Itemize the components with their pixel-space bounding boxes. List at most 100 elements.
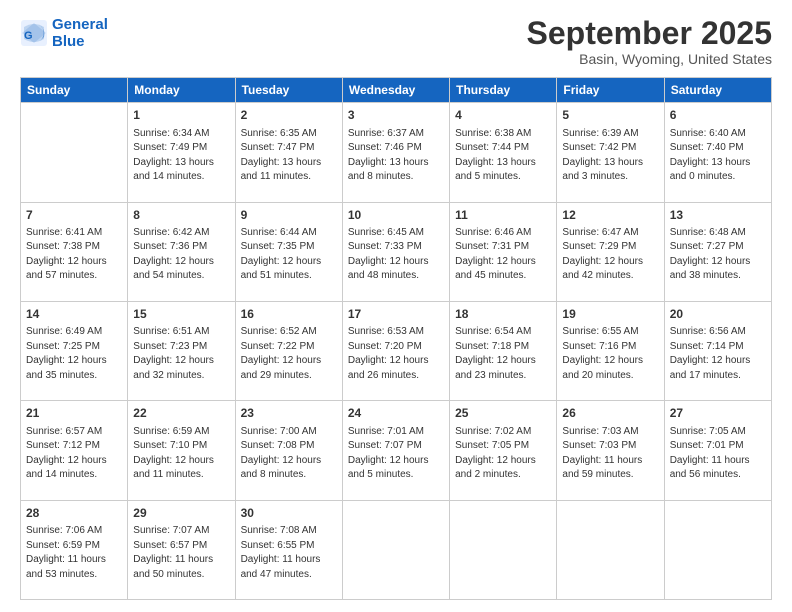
day-number: 10 bbox=[348, 207, 444, 224]
day-info: Sunrise: 6:37 AMSunset: 7:46 PMDaylight:… bbox=[348, 127, 444, 185]
calendar-cell: 22 Sunrise: 6:59 AMSunset: 7:10 PMDayligh… bbox=[128, 401, 235, 500]
col-header-thursday: Thursday bbox=[450, 78, 557, 103]
day-number: 22 bbox=[133, 405, 229, 422]
calendar-cell: 18Sunrise: 6:54 AMSunset: 7:18 PMDayligh… bbox=[450, 301, 557, 400]
col-header-wednesday: Wednesday bbox=[342, 78, 449, 103]
calendar-cell: 1 Sunrise: 6:34 AMSunset: 7:49 PMDaylight… bbox=[128, 103, 235, 202]
day-number: 19 bbox=[562, 306, 658, 323]
week-row-2: 7 Sunrise: 6:41 AMSunset: 7:38 PMDaylight… bbox=[21, 202, 772, 301]
day-number: 6 bbox=[670, 107, 766, 124]
calendar-cell: 2 Sunrise: 6:35 AMSunset: 7:47 PMDaylight… bbox=[235, 103, 342, 202]
calendar-cell: 3 Sunrise: 6:37 AMSunset: 7:46 PMDaylight… bbox=[342, 103, 449, 202]
calendar-cell: 21 Sunrise: 6:57 AMSunset: 7:12 PMDayligh… bbox=[21, 401, 128, 500]
day-info: Sunrise: 7:05 AMSunset: 7:01 PMDaylight:… bbox=[670, 425, 766, 483]
calendar-cell bbox=[450, 500, 557, 599]
calendar-cell: 7 Sunrise: 6:41 AMSunset: 7:38 PMDaylight… bbox=[21, 202, 128, 301]
calendar-cell: 29 Sunrise: 7:07 AMSunset: 6:57 PMDayligh… bbox=[128, 500, 235, 599]
day-number: 17 bbox=[348, 306, 444, 323]
col-header-saturday: Saturday bbox=[664, 78, 771, 103]
col-header-friday: Friday bbox=[557, 78, 664, 103]
day-info: Sunrise: 6:56 AMSunset: 7:14 PMDaylight:… bbox=[670, 325, 766, 383]
day-info: Sunrise: 7:00 AMSunset: 7:08 PMDaylight:… bbox=[241, 425, 337, 483]
day-number: 2 bbox=[241, 107, 337, 124]
day-info: Sunrise: 6:49 AMSunset: 7:25 PMDaylight:… bbox=[26, 325, 122, 383]
day-info: Sunrise: 6:44 AMSunset: 7:35 PMDaylight:… bbox=[241, 226, 337, 284]
week-row-5: 28Sunrise: 7:06 AMSunset: 6:59 PMDayligh… bbox=[21, 500, 772, 599]
week-row-1: 1 Sunrise: 6:34 AMSunset: 7:49 PMDaylight… bbox=[21, 103, 772, 202]
day-info: Sunrise: 6:51 AMSunset: 7:23 PMDaylight:… bbox=[133, 325, 229, 383]
calendar-cell: 24 Sunrise: 7:01 AMSunset: 7:07 PMDayligh… bbox=[342, 401, 449, 500]
day-info: Sunrise: 6:47 AMSunset: 7:29 PMDaylight:… bbox=[562, 226, 658, 284]
calendar-cell bbox=[21, 103, 128, 202]
week-row-3: 14 Sunrise: 6:49 AMSunset: 7:25 PMDayligh… bbox=[21, 301, 772, 400]
calendar-cell: 4Sunrise: 6:38 AMSunset: 7:44 PMDaylight… bbox=[450, 103, 557, 202]
day-info: Sunrise: 6:59 AMSunset: 7:10 PMDaylight:… bbox=[133, 425, 229, 483]
page-title: September 2025 bbox=[527, 16, 772, 51]
day-number: 25 bbox=[455, 405, 551, 422]
svg-text:G: G bbox=[24, 30, 33, 42]
col-header-tuesday: Tuesday bbox=[235, 78, 342, 103]
calendar-cell: 30Sunrise: 7:08 AMSunset: 6:55 PMDayligh… bbox=[235, 500, 342, 599]
calendar-cell: 23 Sunrise: 7:00 AMSunset: 7:08 PMDayligh… bbox=[235, 401, 342, 500]
day-info: Sunrise: 7:02 AMSunset: 7:05 PMDaylight:… bbox=[455, 425, 551, 483]
day-number: 11 bbox=[455, 207, 551, 224]
calendar-cell: 27 Sunrise: 7:05 AMSunset: 7:01 PMDayligh… bbox=[664, 401, 771, 500]
day-number: 30 bbox=[241, 505, 337, 522]
day-info: Sunrise: 7:01 AMSunset: 7:07 PMDaylight:… bbox=[348, 425, 444, 483]
day-info: Sunrise: 6:39 AMSunset: 7:42 PMDaylight:… bbox=[562, 127, 658, 185]
day-number: 15 bbox=[133, 306, 229, 323]
day-number: 20 bbox=[670, 306, 766, 323]
calendar-cell: 25 Sunrise: 7:02 AMSunset: 7:05 PMDayligh… bbox=[450, 401, 557, 500]
calendar-cell bbox=[342, 500, 449, 599]
day-number: 26 bbox=[562, 405, 658, 422]
day-number: 14 bbox=[26, 306, 122, 323]
day-info: Sunrise: 6:46 AMSunset: 7:31 PMDaylight:… bbox=[455, 226, 551, 284]
calendar-cell: 8Sunrise: 6:42 AMSunset: 7:36 PMDaylight… bbox=[128, 202, 235, 301]
calendar-cell: 19 Sunrise: 6:55 AMSunset: 7:16 PMDayligh… bbox=[557, 301, 664, 400]
calendar-cell: 13 Sunrise: 6:48 AMSunset: 7:27 PMDayligh… bbox=[664, 202, 771, 301]
day-info: Sunrise: 6:35 AMSunset: 7:47 PMDaylight:… bbox=[241, 127, 337, 185]
day-info: Sunrise: 7:03 AMSunset: 7:03 PMDaylight:… bbox=[562, 425, 658, 483]
day-info: Sunrise: 6:45 AMSunset: 7:33 PMDaylight:… bbox=[348, 226, 444, 284]
calendar-cell: 10 Sunrise: 6:45 AMSunset: 7:33 PMDayligh… bbox=[342, 202, 449, 301]
day-info: Sunrise: 6:53 AMSunset: 7:20 PMDaylight:… bbox=[348, 325, 444, 383]
calendar-cell bbox=[664, 500, 771, 599]
day-info: Sunrise: 7:07 AMSunset: 6:57 PMDaylight:… bbox=[133, 524, 229, 582]
day-info: Sunrise: 6:57 AMSunset: 7:12 PMDaylight:… bbox=[26, 425, 122, 483]
day-number: 7 bbox=[26, 207, 122, 224]
calendar-cell bbox=[557, 500, 664, 599]
day-info: Sunrise: 6:41 AMSunset: 7:38 PMDaylight:… bbox=[26, 226, 122, 284]
day-number: 27 bbox=[670, 405, 766, 422]
calendar-cell: 16Sunrise: 6:52 AMSunset: 7:22 PMDayligh… bbox=[235, 301, 342, 400]
day-number: 28 bbox=[26, 505, 122, 522]
page-subtitle: Basin, Wyoming, United States bbox=[527, 51, 772, 67]
calendar-cell: 26 Sunrise: 7:03 AMSunset: 7:03 PMDayligh… bbox=[557, 401, 664, 500]
day-number: 29 bbox=[133, 505, 229, 522]
logo-text: General Blue bbox=[52, 16, 108, 51]
day-info: Sunrise: 6:55 AMSunset: 7:16 PMDaylight:… bbox=[562, 325, 658, 383]
calendar-table: SundayMondayTuesdayWednesdayThursdayFrid… bbox=[20, 77, 772, 600]
calendar-cell: 5Sunrise: 6:39 AMSunset: 7:42 PMDaylight… bbox=[557, 103, 664, 202]
calendar-cell: 28Sunrise: 7:06 AMSunset: 6:59 PMDayligh… bbox=[21, 500, 128, 599]
day-number: 21 bbox=[26, 405, 122, 422]
day-info: Sunrise: 6:48 AMSunset: 7:27 PMDaylight:… bbox=[670, 226, 766, 284]
week-row-4: 21 Sunrise: 6:57 AMSunset: 7:12 PMDayligh… bbox=[21, 401, 772, 500]
day-info: Sunrise: 6:40 AMSunset: 7:40 PMDaylight:… bbox=[670, 127, 766, 185]
day-number: 12 bbox=[562, 207, 658, 224]
day-number: 3 bbox=[348, 107, 444, 124]
day-number: 24 bbox=[348, 405, 444, 422]
col-header-sunday: Sunday bbox=[21, 78, 128, 103]
col-header-monday: Monday bbox=[128, 78, 235, 103]
day-number: 9 bbox=[241, 207, 337, 224]
day-number: 1 bbox=[133, 107, 229, 124]
day-number: 8 bbox=[133, 207, 229, 224]
logo: G General Blue bbox=[20, 16, 108, 51]
calendar-cell: 15 Sunrise: 6:51 AMSunset: 7:23 PMDayligh… bbox=[128, 301, 235, 400]
day-info: Sunrise: 6:34 AMSunset: 7:49 PMDaylight:… bbox=[133, 127, 229, 185]
day-number: 23 bbox=[241, 405, 337, 422]
day-number: 18 bbox=[455, 306, 551, 323]
day-number: 16 bbox=[241, 306, 337, 323]
day-number: 13 bbox=[670, 207, 766, 224]
calendar-cell: 11 Sunrise: 6:46 AMSunset: 7:31 PMDayligh… bbox=[450, 202, 557, 301]
calendar-cell: 12 Sunrise: 6:47 AMSunset: 7:29 PMDayligh… bbox=[557, 202, 664, 301]
